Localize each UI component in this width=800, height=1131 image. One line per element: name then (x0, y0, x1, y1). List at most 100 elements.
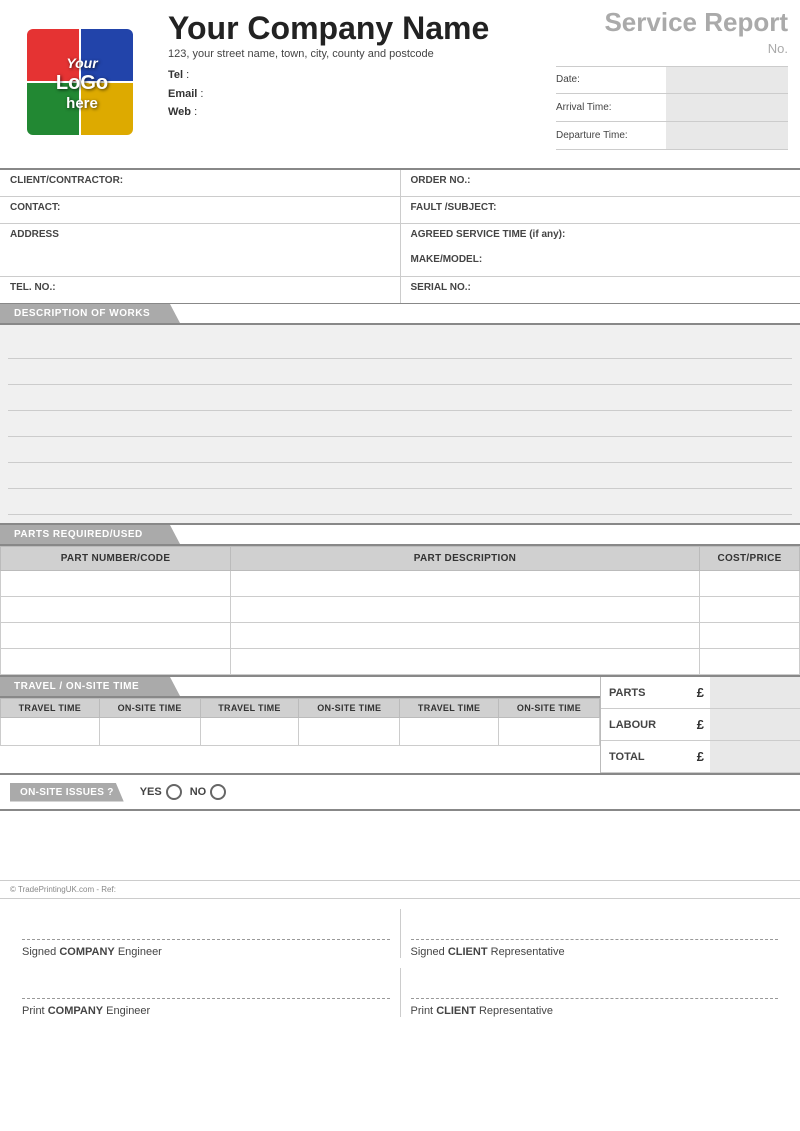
labour-cost-label: LABOUR (601, 719, 691, 731)
works-line-1 (8, 333, 792, 359)
parts-row4-desc[interactable] (231, 649, 700, 675)
logo-line1: Your (66, 55, 97, 72)
arrival-label: Arrival Time: (556, 102, 666, 113)
yes-radio[interactable] (166, 784, 182, 800)
total-currency: £ (691, 749, 710, 764)
web-label: Web (168, 106, 191, 118)
parts-row4-partno[interactable] (1, 649, 231, 675)
travel-left: TRAVEL / ON-SITE TIME TRAVEL TIME ON-SIT… (0, 677, 600, 773)
copyright-text: © TradePrintingUK.com - Ref: (10, 885, 116, 894)
company-print-label: Print COMPANY Engineer (22, 1005, 390, 1017)
works-area[interactable] (0, 325, 800, 525)
parts-row3-cost[interactable] (700, 623, 800, 649)
arrival-field-row: Arrival Time: (556, 94, 788, 122)
parts-row2-desc[interactable] (231, 597, 700, 623)
parts-cost-value[interactable] (710, 677, 800, 708)
tel-row: Tel : (168, 66, 548, 85)
labour-cost-value[interactable] (710, 709, 800, 740)
travel-outer: TRAVEL / ON-SITE TIME TRAVEL TIME ON-SIT… (0, 677, 800, 775)
travel-table: TRAVEL TIME ON-SITE TIME TRAVEL TIME ON-… (0, 698, 600, 746)
parts-row2-partno[interactable] (1, 597, 231, 623)
logo-box: Your LoGo here (22, 24, 142, 144)
col-desc-header: PART DESCRIPTION (231, 547, 700, 571)
client-print-col: Print CLIENT Representative (401, 968, 789, 1017)
email-colon: : (200, 88, 203, 100)
client-sig-label: Signed CLIENT Representative (411, 946, 779, 958)
departure-field-row: Departure Time: (556, 122, 788, 150)
travel3-travel-val[interactable] (400, 718, 499, 746)
logo-line3: here (66, 95, 98, 113)
parts-row-4 (1, 649, 800, 675)
company-signed-col: Signed COMPANY Engineer (12, 909, 400, 958)
travel-col3-onsite: ON-SITE TIME (498, 699, 599, 718)
parts-row3-partno[interactable] (1, 623, 231, 649)
travel-section-header: TRAVEL / ON-SITE TIME (0, 677, 600, 698)
address-cell: ADDRESS (0, 224, 401, 276)
travel-col2-travel: TRAVEL TIME (200, 699, 299, 718)
parts-row4-cost[interactable] (700, 649, 800, 675)
make-cell: MAKE/MODEL: (411, 254, 483, 265)
arrival-value[interactable] (666, 94, 788, 121)
col-partno-header: PART NUMBER/CODE (1, 547, 231, 571)
client-sig-line (411, 939, 779, 940)
works-tab: DESCRIPTION OF WORKS (0, 304, 180, 323)
tel-label: Tel (168, 69, 183, 81)
company-print-suffix: Engineer (106, 1005, 150, 1017)
report-info: Service Report No. Date: Arrival Time: D… (548, 8, 788, 160)
copyright: © TradePrintingUK.com - Ref: (0, 881, 800, 899)
parts-row1-cost[interactable] (700, 571, 800, 597)
travel1-travel-val[interactable] (1, 718, 100, 746)
parts-row-3 (1, 623, 800, 649)
travel-col1-onsite: ON-SITE TIME (99, 699, 200, 718)
departure-value[interactable] (666, 122, 788, 149)
header: Your LoGo here Your Company Name 123, yo… (0, 0, 800, 170)
logo-area: Your LoGo here (12, 8, 152, 160)
client-sig-prefix: Signed (411, 946, 445, 958)
company-contact: Tel : Email : Web : (168, 66, 548, 122)
signatures-top: Signed COMPANY Engineer Signed CLIENT Re… (0, 899, 800, 968)
company-address: 123, your street name, town, city, count… (168, 48, 548, 60)
client-sig-suffix: Representative (491, 946, 565, 958)
web-colon: : (194, 106, 197, 118)
report-title: Service Report (556, 8, 788, 37)
client-print-name: CLIENT (436, 1005, 476, 1017)
row-client-order: CLIENT/CONTRACTOR: ORDER NO.: (0, 170, 800, 197)
travel-col1-travel: TRAVEL TIME (1, 699, 100, 718)
parts-row2-cost[interactable] (700, 597, 800, 623)
parts-row3-desc[interactable] (231, 623, 700, 649)
labour-cost-row: LABOUR £ (601, 709, 800, 741)
departure-label: Departure Time: (556, 130, 666, 141)
travel2-travel-val[interactable] (200, 718, 299, 746)
travel3-onsite-val[interactable] (498, 718, 599, 746)
travel1-onsite-val[interactable] (99, 718, 200, 746)
parts-row1-partno[interactable] (1, 571, 231, 597)
order-cell: ORDER NO.: (401, 170, 800, 196)
works-line-2 (8, 359, 792, 385)
company-name: Your Company Name (168, 12, 548, 44)
total-cost-label: TOTAL (601, 751, 691, 763)
tel-no-cell: TEL. NO.: (0, 277, 401, 303)
travel2-onsite-val[interactable] (299, 718, 400, 746)
parts-row-2 (1, 597, 800, 623)
parts-currency: £ (691, 685, 710, 700)
company-print-col: Print COMPANY Engineer (12, 968, 400, 1017)
company-sig-name: COMPANY (59, 946, 114, 958)
client-print-suffix: Representative (479, 1005, 553, 1017)
client-sig-name: CLIENT (448, 946, 488, 958)
notes-area[interactable] (0, 811, 800, 881)
parts-cost-row: PARTS £ (601, 677, 800, 709)
works-line-6 (8, 463, 792, 489)
row-tel-serial: TEL. NO.: SERIAL NO.: (0, 277, 800, 303)
client-signed-col: Signed CLIENT Representative (401, 909, 789, 958)
email-row: Email : (168, 85, 548, 104)
total-cost-value[interactable] (710, 741, 800, 772)
parts-row1-desc[interactable] (231, 571, 700, 597)
company-print-name: COMPANY (48, 1005, 103, 1017)
no-radio-group: NO (190, 784, 227, 800)
client-print-label: Print CLIENT Representative (411, 1005, 779, 1017)
service-report-page: Your LoGo here Your Company Name 123, yo… (0, 0, 800, 1131)
yes-radio-group: YES (140, 784, 182, 800)
no-radio[interactable] (210, 784, 226, 800)
date-value[interactable] (666, 67, 788, 93)
no-label: NO (190, 786, 207, 798)
